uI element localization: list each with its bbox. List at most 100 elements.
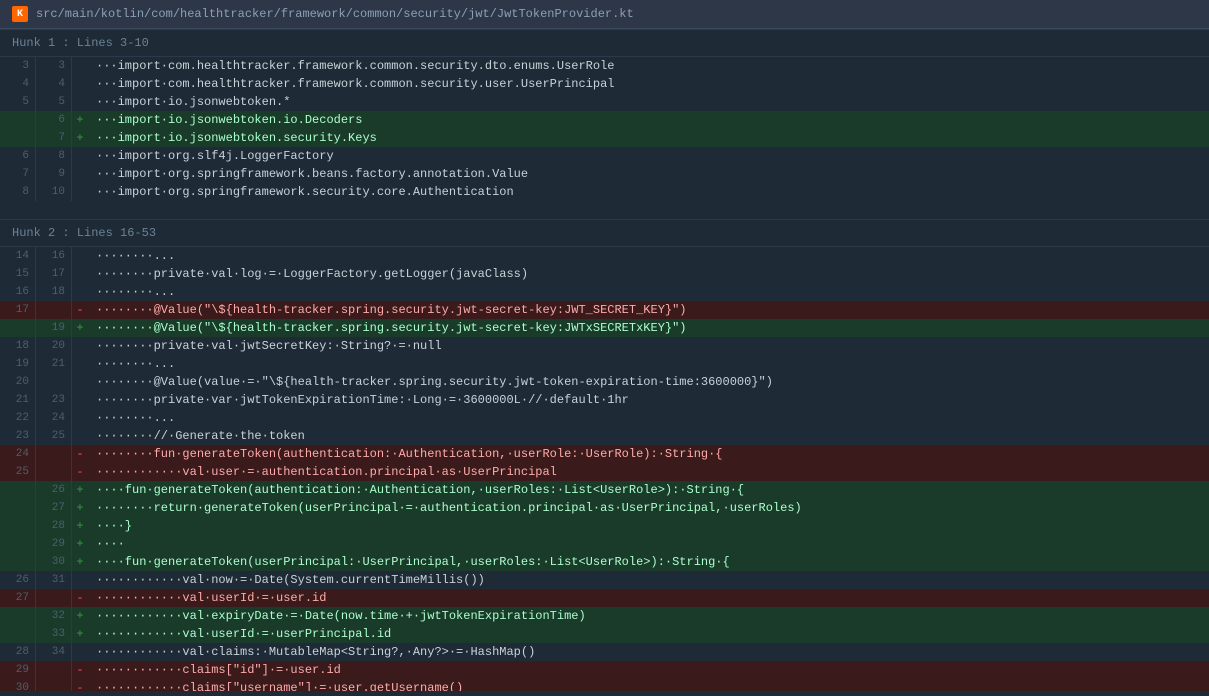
diff-sign: + — [72, 553, 88, 571]
line-num-new — [36, 589, 72, 607]
diff-line: 28+····} — [0, 517, 1209, 535]
diff-line: 26+····fun·generateToken(authentication:… — [0, 481, 1209, 499]
diff-content: ········return·generateToken(userPrincip… — [88, 499, 1209, 517]
diff-content: ············val·now·=·Date(System.curren… — [88, 571, 1209, 589]
diff-sign — [72, 571, 88, 589]
diff-content: ········... — [88, 247, 1209, 265]
line-num-old — [0, 607, 36, 625]
diff-line: 32+············val·expiryDate·=·Date(now… — [0, 607, 1209, 625]
line-num-old: 26 — [0, 571, 36, 589]
diff-line: 27-············val·userId·=·user.id — [0, 589, 1209, 607]
diff-sign — [72, 247, 88, 265]
diff-line: 17-········@Value("\${health-tracker.spr… — [0, 301, 1209, 319]
diff-content: ····fun·generateToken(authentication:·Au… — [88, 481, 1209, 499]
line-num-old: 8 — [0, 183, 36, 201]
diff-content: ····} — [88, 517, 1209, 535]
diff-content: ···import·io.jsonwebtoken.io.Decoders — [88, 111, 1209, 129]
diff-sign: - — [72, 589, 88, 607]
line-num-old: 5 — [0, 93, 36, 111]
diff-content: ········... — [88, 409, 1209, 427]
diff-content: ···import·com.healthtracker.framework.co… — [88, 57, 1209, 75]
diff-content: ········@Value(value·=·"\${health-tracke… — [88, 373, 1209, 391]
diff-line: 29+···· — [0, 535, 1209, 553]
line-num-new: 18 — [36, 283, 72, 301]
line-num-new — [36, 661, 72, 679]
diff-line: 1618········... — [0, 283, 1209, 301]
diff-content: ···· — [88, 535, 1209, 553]
diff-content: ···import·org.springframework.security.c… — [88, 183, 1209, 201]
line-num-old: 29 — [0, 661, 36, 679]
diff-content: ········private·var·jwtTokenExpirationTi… — [88, 391, 1209, 409]
line-num-new: 32 — [36, 607, 72, 625]
diff-line: 2224 ········... — [0, 409, 1209, 427]
diff-sign — [72, 147, 88, 165]
diff-sign — [72, 337, 88, 355]
line-num-old: 15 — [0, 265, 36, 283]
line-num-new: 24 — [36, 409, 72, 427]
line-num-new — [36, 463, 72, 481]
diff-sign: - — [72, 463, 88, 481]
diff-sign — [72, 355, 88, 373]
diff-content: ············claims["id"]·=·user.id — [88, 661, 1209, 679]
line-num-old — [0, 111, 36, 129]
line-num-old — [0, 499, 36, 517]
diff-content: ····fun·generateToken(userPrincipal:·Use… — [88, 553, 1209, 571]
diff-sign: + — [72, 517, 88, 535]
diff-line: 24-········fun·generateToken(authenticat… — [0, 445, 1209, 463]
diff-line: 30-············claims["username"]·=·user… — [0, 679, 1209, 691]
line-num-old: 30 — [0, 679, 36, 691]
diff-content: ···import·com.healthtracker.framework.co… — [88, 75, 1209, 93]
diff-line: 20········@Value(value·=·"\${health-trac… — [0, 373, 1209, 391]
line-num-old: 23 — [0, 427, 36, 445]
diff-sign — [72, 427, 88, 445]
diff-line: 2123········private·var·jwtTokenExpirati… — [0, 391, 1209, 409]
diff-content: ········@Value("\${health-tracker.spring… — [88, 301, 1209, 319]
diff-sign: + — [72, 535, 88, 553]
line-num-old — [0, 517, 36, 535]
line-num-new: 7 — [36, 129, 72, 147]
line-num-old: 19 — [0, 355, 36, 373]
line-num-new: 28 — [36, 517, 72, 535]
line-num-old: 21 — [0, 391, 36, 409]
diff-line: 44···import·com.healthtracker.framework.… — [0, 75, 1209, 93]
line-num-new: 30 — [36, 553, 72, 571]
diff-content: ···import·org.slf4j.LoggerFactory — [88, 147, 1209, 165]
diff-sign: + — [72, 129, 88, 147]
hunk1-lines: 33···import·com.healthtracker.framework.… — [0, 57, 1209, 201]
line-num-old: 22 — [0, 409, 36, 427]
line-num-old: 14 — [0, 247, 36, 265]
line-num-new — [36, 373, 72, 391]
line-num-new: 25 — [36, 427, 72, 445]
line-num-new: 19 — [36, 319, 72, 337]
diff-content: ········//·Generate·the·token — [88, 427, 1209, 445]
diff-sign — [72, 373, 88, 391]
diff-content: ···import·io.jsonwebtoken.* — [88, 93, 1209, 111]
diff-content: ········@Value("\${health-tracker.spring… — [88, 319, 1209, 337]
hunk-separator — [0, 201, 1209, 219]
line-num-new: 16 — [36, 247, 72, 265]
diff-line: 7+···import·io.jsonwebtoken.security.Key… — [0, 129, 1209, 147]
diff-sign: - — [72, 445, 88, 463]
line-num-old: 28 — [0, 643, 36, 661]
diff-content: ········fun·generateToken(authentication… — [88, 445, 1209, 463]
diff-line: 25-············val·user·=·authentication… — [0, 463, 1209, 481]
diff-container[interactable]: Hunk 1 : Lines 3-10 33···import·com.heal… — [0, 29, 1209, 691]
line-num-new: 33 — [36, 625, 72, 643]
diff-sign: - — [72, 679, 88, 691]
diff-sign — [72, 57, 88, 75]
line-num-old: 17 — [0, 301, 36, 319]
line-num-new: 6 — [36, 111, 72, 129]
diff-line: 79···import·org.springframework.beans.fa… — [0, 165, 1209, 183]
diff-sign — [72, 283, 88, 301]
line-num-new — [36, 679, 72, 691]
hunk1-header: Hunk 1 : Lines 3-10 — [0, 29, 1209, 57]
diff-line: 68···import·org.slf4j.LoggerFactory — [0, 147, 1209, 165]
diff-line: 33···import·com.healthtracker.framework.… — [0, 57, 1209, 75]
diff-line: 33+············val·userId·=·userPrincipa… — [0, 625, 1209, 643]
diff-sign — [72, 165, 88, 183]
line-num-new: 27 — [36, 499, 72, 517]
line-num-new: 17 — [36, 265, 72, 283]
line-num-old: 6 — [0, 147, 36, 165]
app-container: K src/main/kotlin/com/healthtracker/fram… — [0, 0, 1209, 691]
line-num-new: 3 — [36, 57, 72, 75]
